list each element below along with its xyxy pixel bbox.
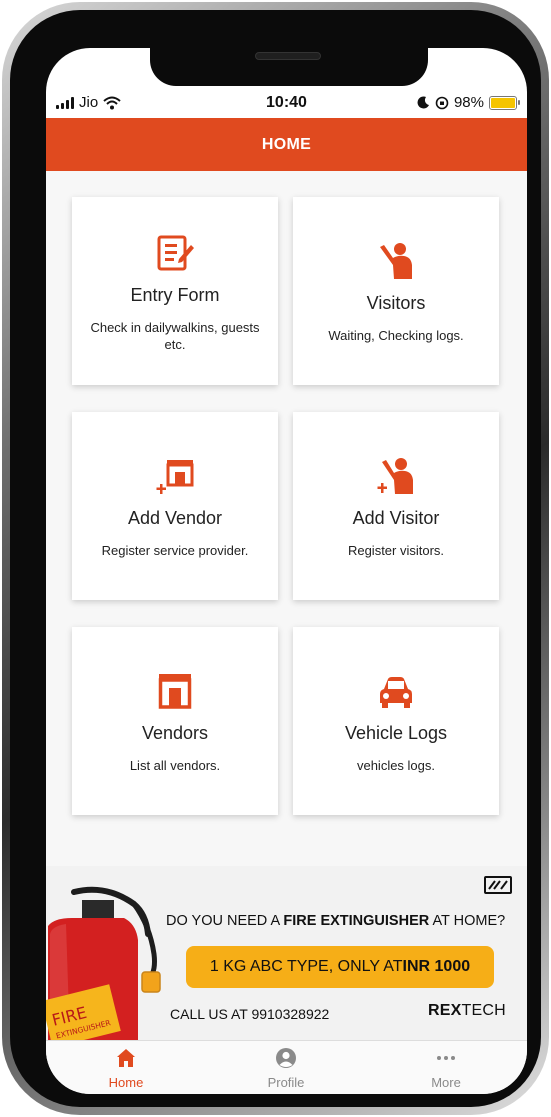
speaker-grille: [255, 52, 321, 60]
card-subtitle: Check in dailywalkins, guests etc.: [90, 320, 260, 352]
notch: [150, 48, 428, 86]
phone-frame: Jio 10:40 98% HOME Entry Form Check in d…: [2, 2, 549, 1115]
card-title: Add Vendor: [127, 508, 223, 528]
car-icon: [293, 671, 499, 711]
home-icon: [46, 1047, 206, 1069]
fire-extinguisher-image: FIRE EXTINGUISHER: [46, 886, 161, 1040]
app-screen: Jio 10:40 98% HOME Entry Form Check in d…: [46, 48, 527, 1094]
profile-icon: [206, 1047, 366, 1069]
entry-form-icon: [72, 233, 278, 273]
app-header: HOME: [46, 118, 527, 171]
ad-phone: CALL US AT 9910328922: [170, 1006, 330, 1022]
card-subtitle: List all vendors.: [129, 758, 221, 773]
battery-percent: 98%: [453, 94, 484, 111]
add-visitor-card[interactable]: Add Visitor Register visitors.: [293, 412, 499, 600]
nav-home[interactable]: Home: [46, 1041, 206, 1094]
nav-profile[interactable]: Profile: [206, 1041, 366, 1094]
vendors-card[interactable]: Vendors List all vendors.: [72, 627, 278, 815]
entry-form-card[interactable]: Entry Form Check in dailywalkins, guests…: [72, 197, 278, 385]
nav-label: Home: [108, 1075, 144, 1090]
add-visitor-icon: [293, 456, 499, 496]
status-bar: Jio 10:40 98%: [46, 90, 527, 116]
card-title: Visitors: [366, 293, 426, 313]
ad-brand-logo: REXTECH: [428, 1002, 506, 1020]
card-subtitle: Waiting, Checking logs.: [328, 328, 464, 343]
card-title: Entry Form: [130, 285, 220, 305]
visitor-icon: [293, 241, 499, 281]
card-subtitle: vehicles logs.: [356, 758, 436, 773]
more-dots-icon: [366, 1047, 526, 1069]
brand-bold: REX: [428, 1002, 462, 1019]
ad-cta-button[interactable]: 1 KG ABC TYPE, ONLY AT INR 1000: [186, 946, 494, 988]
bottom-navigation: Home Profile More: [46, 1040, 527, 1094]
ad-question-prefix: DO YOU NEED A: [166, 913, 284, 929]
ad-question-suffix: AT HOME?: [429, 913, 506, 929]
battery-level: [491, 97, 515, 108]
vehicle-logs-card[interactable]: Vehicle Logs vehicles logs.: [293, 627, 499, 815]
card-title: Vendors: [141, 723, 209, 743]
ad-question-bold: FIRE EXTINGUISHER: [283, 913, 430, 929]
moon-icon: [417, 96, 429, 109]
vendor-store-icon: [72, 671, 278, 711]
card-subtitle: Register visitors.: [347, 543, 445, 558]
phone-bezel: Jio 10:40 98% HOME Entry Form Check in d…: [10, 10, 541, 1107]
fire-extinguisher-ad[interactable]: FIRE EXTINGUISHER DO YOU NEED A FIRE EXT…: [46, 866, 527, 1040]
visitors-card[interactable]: Visitors Waiting, Checking logs.: [293, 197, 499, 385]
nav-label: More: [431, 1075, 461, 1090]
add-vendor-icon: [72, 456, 278, 496]
card-subtitle: Register service provider.: [101, 543, 249, 558]
dashboard-grid: Entry Form Check in dailywalkins, guests…: [46, 171, 527, 866]
nav-more[interactable]: More: [366, 1041, 526, 1094]
orientation-lock-icon: [435, 96, 449, 109]
ad-cta-prefix: 1 KG ABC TYPE, ONLY AT: [209, 958, 403, 975]
card-title: Vehicle Logs: [344, 723, 448, 743]
ad-question: DO YOU NEED A FIRE EXTINGUISHER AT HOME?: [166, 913, 505, 929]
page-title: HOME: [261, 135, 312, 153]
battery-icon: [489, 95, 520, 110]
brand-rest: TECH: [461, 1002, 506, 1019]
add-vendor-card[interactable]: Add Vendor Register service provider.: [72, 412, 278, 600]
isi-mark-icon: [484, 876, 512, 894]
ad-cta-price: INR 1000: [402, 958, 471, 975]
card-title: Add Visitor: [352, 508, 440, 528]
nav-label: Profile: [267, 1075, 305, 1090]
